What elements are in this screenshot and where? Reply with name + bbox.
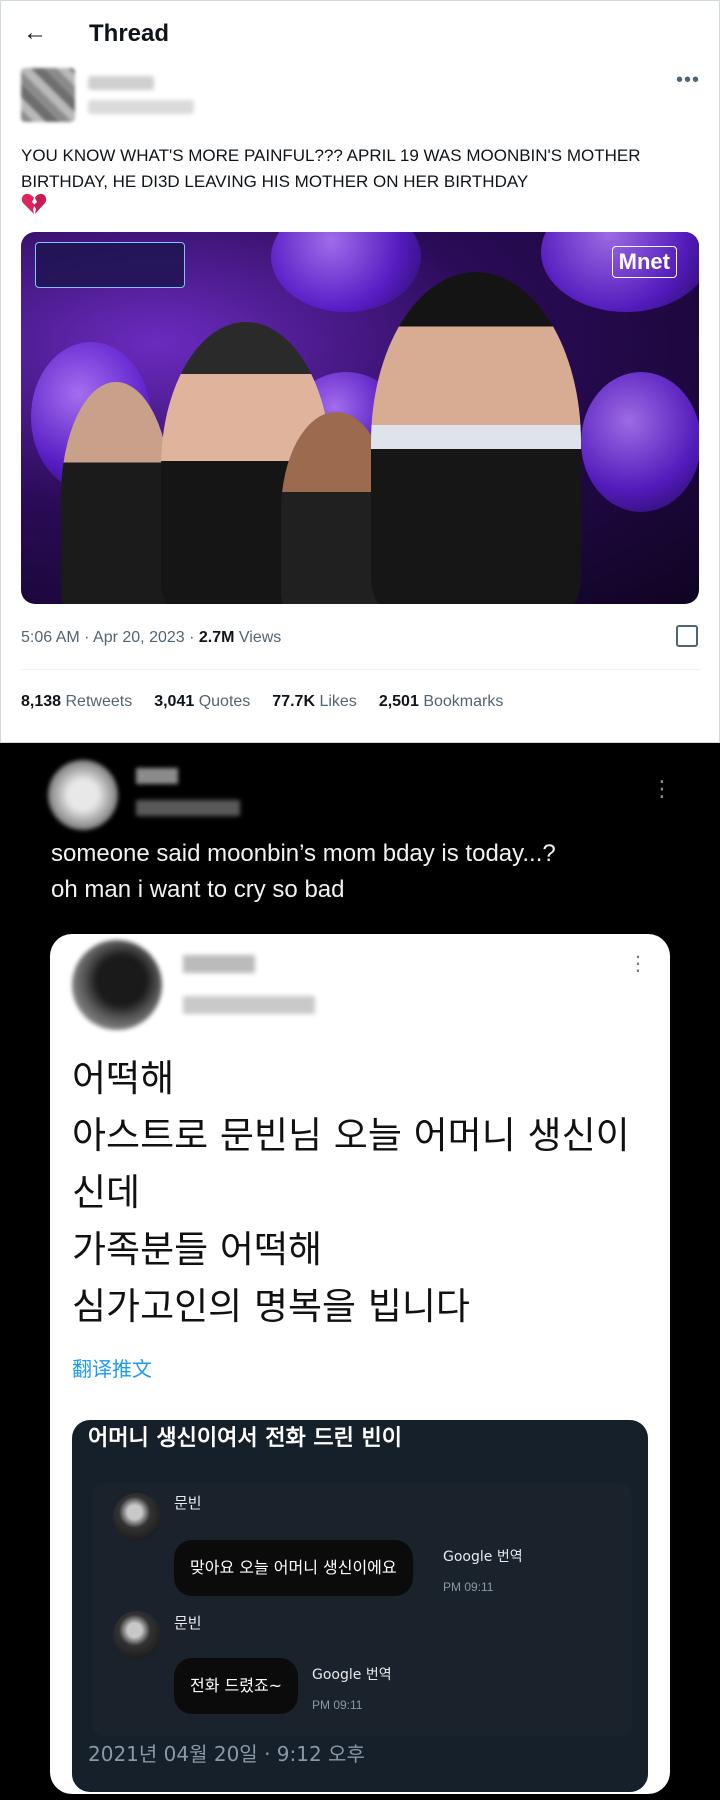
balloon-shape	[581, 372, 699, 512]
tweet-text: YOU KNOW WHAT'S MORE PAINFUL??? APRIL 19…	[21, 146, 641, 191]
quotes-stat[interactable]: 3,041 Quotes	[154, 692, 250, 712]
poster-name-blurred[interactable]	[136, 768, 178, 784]
quoted-author-avatar[interactable]	[72, 940, 162, 1030]
retweets-stat[interactable]: 8,138 Retweets	[21, 692, 132, 712]
tweet-timestamp: 5:06 AM · Apr 20, 2023 · 2.7M Views	[21, 628, 281, 648]
timestamp-text[interactable]: 5:06 AM · Apr 20, 2023 ·	[21, 629, 199, 646]
quoted-text-line: 아스트로 문빈님 오늘 어머니 생신이	[72, 1114, 630, 1157]
author-handle-blurred	[88, 100, 194, 114]
tweet-media-image[interactable]: Mnet	[21, 232, 699, 604]
quoted-text-line: 심가고인의 명복을 빕니다	[72, 1285, 470, 1328]
quoted-post-text: 어떡해 아스트로 문빈님 오늘 어머니 생신이 신데 가족분들 어떡해 심가고인…	[72, 1050, 662, 1335]
page-title: Thread	[89, 20, 170, 47]
google-translate-label: Google 번역	[312, 1667, 392, 1683]
quoted-text-line: 가족분들 어떡해	[72, 1228, 323, 1271]
arrow-left-icon[interactable]: ←	[21, 19, 49, 47]
views-count: 2.7M	[198, 629, 235, 646]
sender-avatar	[113, 1493, 161, 1541]
post-text: someone said moonbin’s mom bday is today…	[51, 836, 691, 908]
post-text-line: oh man i want to cry so bad	[51, 876, 345, 903]
message-bubble: 맞아요 오늘 어머니 생신이에요	[174, 1540, 413, 1596]
more-horizontal-icon[interactable]: •••	[676, 70, 700, 90]
thread-header: ← Thread	[1, 1, 720, 67]
person-left	[61, 382, 171, 604]
quoted-author-name-blurred[interactable]	[183, 955, 255, 973]
quoted-text-line: 신데	[72, 1171, 141, 1214]
views-label: Views	[234, 629, 282, 646]
more-vertical-icon[interactable]: ⋮	[628, 954, 648, 974]
post-text-line: someone said moonbin’s mom bday is today…	[51, 840, 556, 867]
more-vertical-icon[interactable]: ⋮	[651, 778, 673, 800]
quoted-text-line: 어떡해	[72, 1057, 175, 1100]
engagement-stats: 8,138 Retweets 3,041 Quotes 77.7K Likes …	[21, 692, 503, 712]
divider	[21, 669, 701, 670]
message-bubble: 전화 드렸죠~	[174, 1658, 299, 1714]
person-right	[371, 272, 581, 604]
author-name-blurred[interactable]	[88, 76, 154, 90]
message-time: PM 09:11	[443, 1580, 494, 1594]
dm-date-stamp: 2021년 04월 20일 · 9:12 오후	[88, 1742, 365, 1766]
poster-avatar[interactable]	[48, 760, 118, 830]
poster-handle-blurred	[136, 800, 240, 816]
message-time: PM 09:11	[312, 1698, 363, 1712]
broken-heart-icon	[21, 193, 47, 214]
sender-avatar	[113, 1611, 161, 1659]
dm-screenshot-title: 어머니 생신이여서 전화 드린 빈이	[88, 1426, 402, 1451]
bookmarks-stat[interactable]: 2,501 Bookmarks	[379, 692, 504, 712]
balloon-shape	[271, 232, 421, 312]
mnet-logo: Mnet	[611, 246, 677, 278]
likes-stat[interactable]: 77.7K Likes	[272, 692, 357, 712]
translate-link[interactable]: 翻译推文	[72, 1357, 152, 1383]
author-avatar[interactable]	[21, 68, 75, 122]
sender-name: 문빈	[174, 1494, 202, 1512]
analytics-icon[interactable]	[676, 625, 698, 647]
broadcast-banner	[35, 242, 185, 288]
google-translate-label: Google 번역	[443, 1549, 523, 1565]
sender-name: 문빈	[174, 1614, 202, 1632]
quoted-author-handle-blurred	[183, 996, 315, 1014]
